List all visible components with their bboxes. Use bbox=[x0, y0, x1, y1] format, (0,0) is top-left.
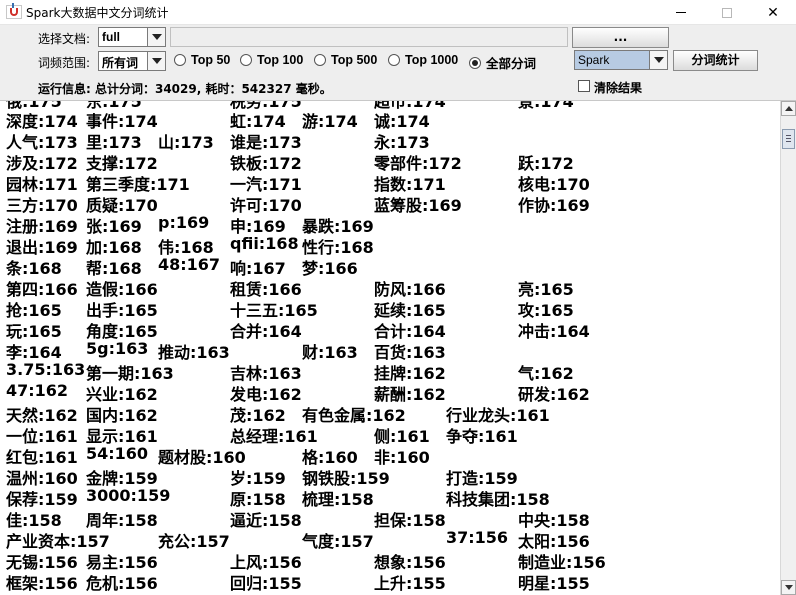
run-stats-button[interactable]: 分词统计 bbox=[673, 50, 758, 71]
word-count-entry: 54:160 bbox=[86, 444, 149, 463]
minimize-button[interactable] bbox=[658, 0, 704, 25]
radio-dot[interactable] bbox=[174, 54, 186, 66]
radio-label: Top 100 bbox=[257, 53, 304, 67]
window-title: Spark大数据中文分词统计 bbox=[26, 6, 169, 20]
radio-top-1000[interactable]: Top 1000 bbox=[388, 53, 458, 67]
word-count-entry: 蓝筹股:169 bbox=[374, 196, 462, 215]
file-select-value: full bbox=[102, 30, 120, 44]
word-count-entry: 5g:163 bbox=[86, 339, 149, 358]
radio-all-words[interactable]: 全部分词 bbox=[469, 53, 536, 72]
chevron-down-icon[interactable] bbox=[147, 28, 165, 46]
status-text: 运行信息: 总计分词：34029, 耗时：542327 毫秒。 bbox=[38, 82, 332, 96]
radio-top-50[interactable]: Top 50 bbox=[174, 53, 230, 67]
radio-dot-selected[interactable] bbox=[469, 56, 481, 69]
engine-select-value: Spark bbox=[578, 53, 610, 67]
radio-dot[interactable] bbox=[314, 54, 326, 66]
results-text-area[interactable]: 俄:175 东:175 税务:175 超市:174 景:174 深度:174 事件:174 虹… bbox=[0, 101, 780, 595]
word-count-entry: 47:162 bbox=[6, 381, 69, 400]
word-count-entry: 合并:164 bbox=[230, 322, 302, 341]
word-count-entry: 明星:155 bbox=[518, 574, 590, 593]
word-count-entry: qfii:168 bbox=[230, 234, 299, 253]
arrow-up-icon bbox=[784, 106, 793, 111]
word-count-entry: 上升:155 bbox=[374, 574, 446, 593]
radio-label: Top 500 bbox=[331, 53, 378, 67]
word-count-entry: 财:163 bbox=[302, 343, 358, 362]
range-label: 词频范围: bbox=[38, 56, 91, 70]
word-count-entry: 37:156 bbox=[446, 528, 509, 547]
engine-select[interactable]: Spark bbox=[574, 50, 668, 70]
radio-label: Top 1000 bbox=[405, 53, 459, 67]
browse-button[interactable]: ... bbox=[572, 27, 669, 48]
word-count-entry: 3000:159 bbox=[86, 486, 171, 505]
scroll-up-button[interactable] bbox=[781, 101, 796, 116]
scroll-thumb[interactable] bbox=[782, 129, 795, 149]
word-count-entry: 48:167 bbox=[158, 255, 221, 274]
minimize-icon bbox=[676, 12, 686, 13]
word-count-entry: 气度:157 bbox=[302, 532, 374, 551]
maximize-button[interactable] bbox=[704, 0, 750, 25]
radio-top-100[interactable]: Top 100 bbox=[240, 53, 303, 67]
close-button[interactable]: ✕ bbox=[750, 0, 796, 25]
file-label: 选择文档: bbox=[38, 32, 91, 46]
chevron-down-icon[interactable] bbox=[147, 52, 165, 70]
chevron-down-icon[interactable] bbox=[649, 51, 667, 69]
word-count-entry: 框架:156 bbox=[6, 574, 78, 593]
word-count-entry: 危机:156 bbox=[86, 574, 158, 593]
range-select-value: 所有词 bbox=[102, 56, 139, 70]
word-count-entry: 3.75:163 bbox=[6, 360, 86, 379]
maximize-icon bbox=[722, 7, 732, 18]
clear-results-label: 清除结果 bbox=[594, 81, 643, 95]
word-count-entry: 山:173 bbox=[158, 133, 214, 152]
radio-top-500[interactable]: Top 500 bbox=[314, 53, 377, 67]
radio-label: Top 50 bbox=[191, 53, 231, 67]
word-count-entry: 担保:158 bbox=[374, 511, 446, 530]
word-count-entry: 作协:169 bbox=[518, 196, 590, 215]
title-bar: Spark大数据中文分词统计 ✕ bbox=[0, 0, 796, 25]
word-count-entry: 充公:157 bbox=[158, 532, 230, 551]
file-path-field[interactable] bbox=[170, 27, 568, 47]
radio-label: 全部分词 bbox=[486, 57, 537, 71]
vertical-scrollbar[interactable] bbox=[780, 101, 796, 595]
scroll-down-button[interactable] bbox=[781, 580, 796, 595]
clear-results-checkbox[interactable] bbox=[578, 80, 590, 92]
word-count-entry: 回归:155 bbox=[230, 574, 302, 593]
word-count-entry: 景:174 bbox=[518, 101, 574, 111]
word-count-entry: 逼近:158 bbox=[230, 511, 302, 530]
word-count-entry: p:169 bbox=[158, 213, 210, 232]
file-select[interactable]: full bbox=[98, 27, 166, 47]
close-icon: ✕ bbox=[767, 4, 779, 21]
word-count-entry: 游:174 bbox=[302, 112, 358, 131]
radio-dot[interactable] bbox=[388, 54, 400, 66]
word-count-entry: 争夺:161 bbox=[446, 427, 518, 446]
control-panel: 选择文档: full ... 词频范围: 所有词 Top 50 Top 100 … bbox=[0, 25, 796, 101]
word-count-entry: 冲击:164 bbox=[518, 322, 590, 341]
range-select[interactable]: 所有词 bbox=[98, 51, 166, 71]
java-cup-icon bbox=[6, 3, 22, 19]
radio-dot[interactable] bbox=[240, 54, 252, 66]
word-count-entry: 梦:166 bbox=[302, 259, 358, 278]
arrow-down-icon bbox=[784, 585, 793, 590]
word-count-entry: 梳理:158 bbox=[302, 490, 374, 509]
